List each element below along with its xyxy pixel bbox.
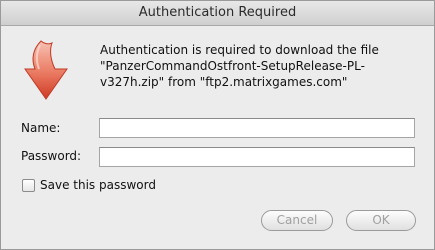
cancel-button[interactable]: Cancel [261, 210, 333, 231]
password-field[interactable] [99, 147, 415, 167]
save-password-checkbox[interactable] [22, 178, 35, 192]
authentication-dialog: Authentication Required Authentication i… [0, 0, 435, 250]
message-line: "PanzerCommandOstfront-SetupRelease-PL- [100, 59, 365, 73]
name-label: Name: [21, 121, 61, 135]
download-arrow-icon [21, 39, 71, 101]
dialog-message: Authentication is required to download t… [100, 42, 430, 90]
message-line: Authentication is required to download t… [100, 43, 379, 57]
save-password-label[interactable]: Save this password [40, 178, 156, 192]
name-field[interactable] [99, 118, 415, 138]
ok-button[interactable]: OK [346, 210, 416, 231]
message-line: v327h.zip" from "ftp2.matrixgames.com" [100, 75, 348, 89]
save-password-option[interactable]: Save this password [22, 177, 156, 193]
window-title: Authentication Required [1, 1, 434, 26]
password-label: Password: [21, 149, 82, 163]
